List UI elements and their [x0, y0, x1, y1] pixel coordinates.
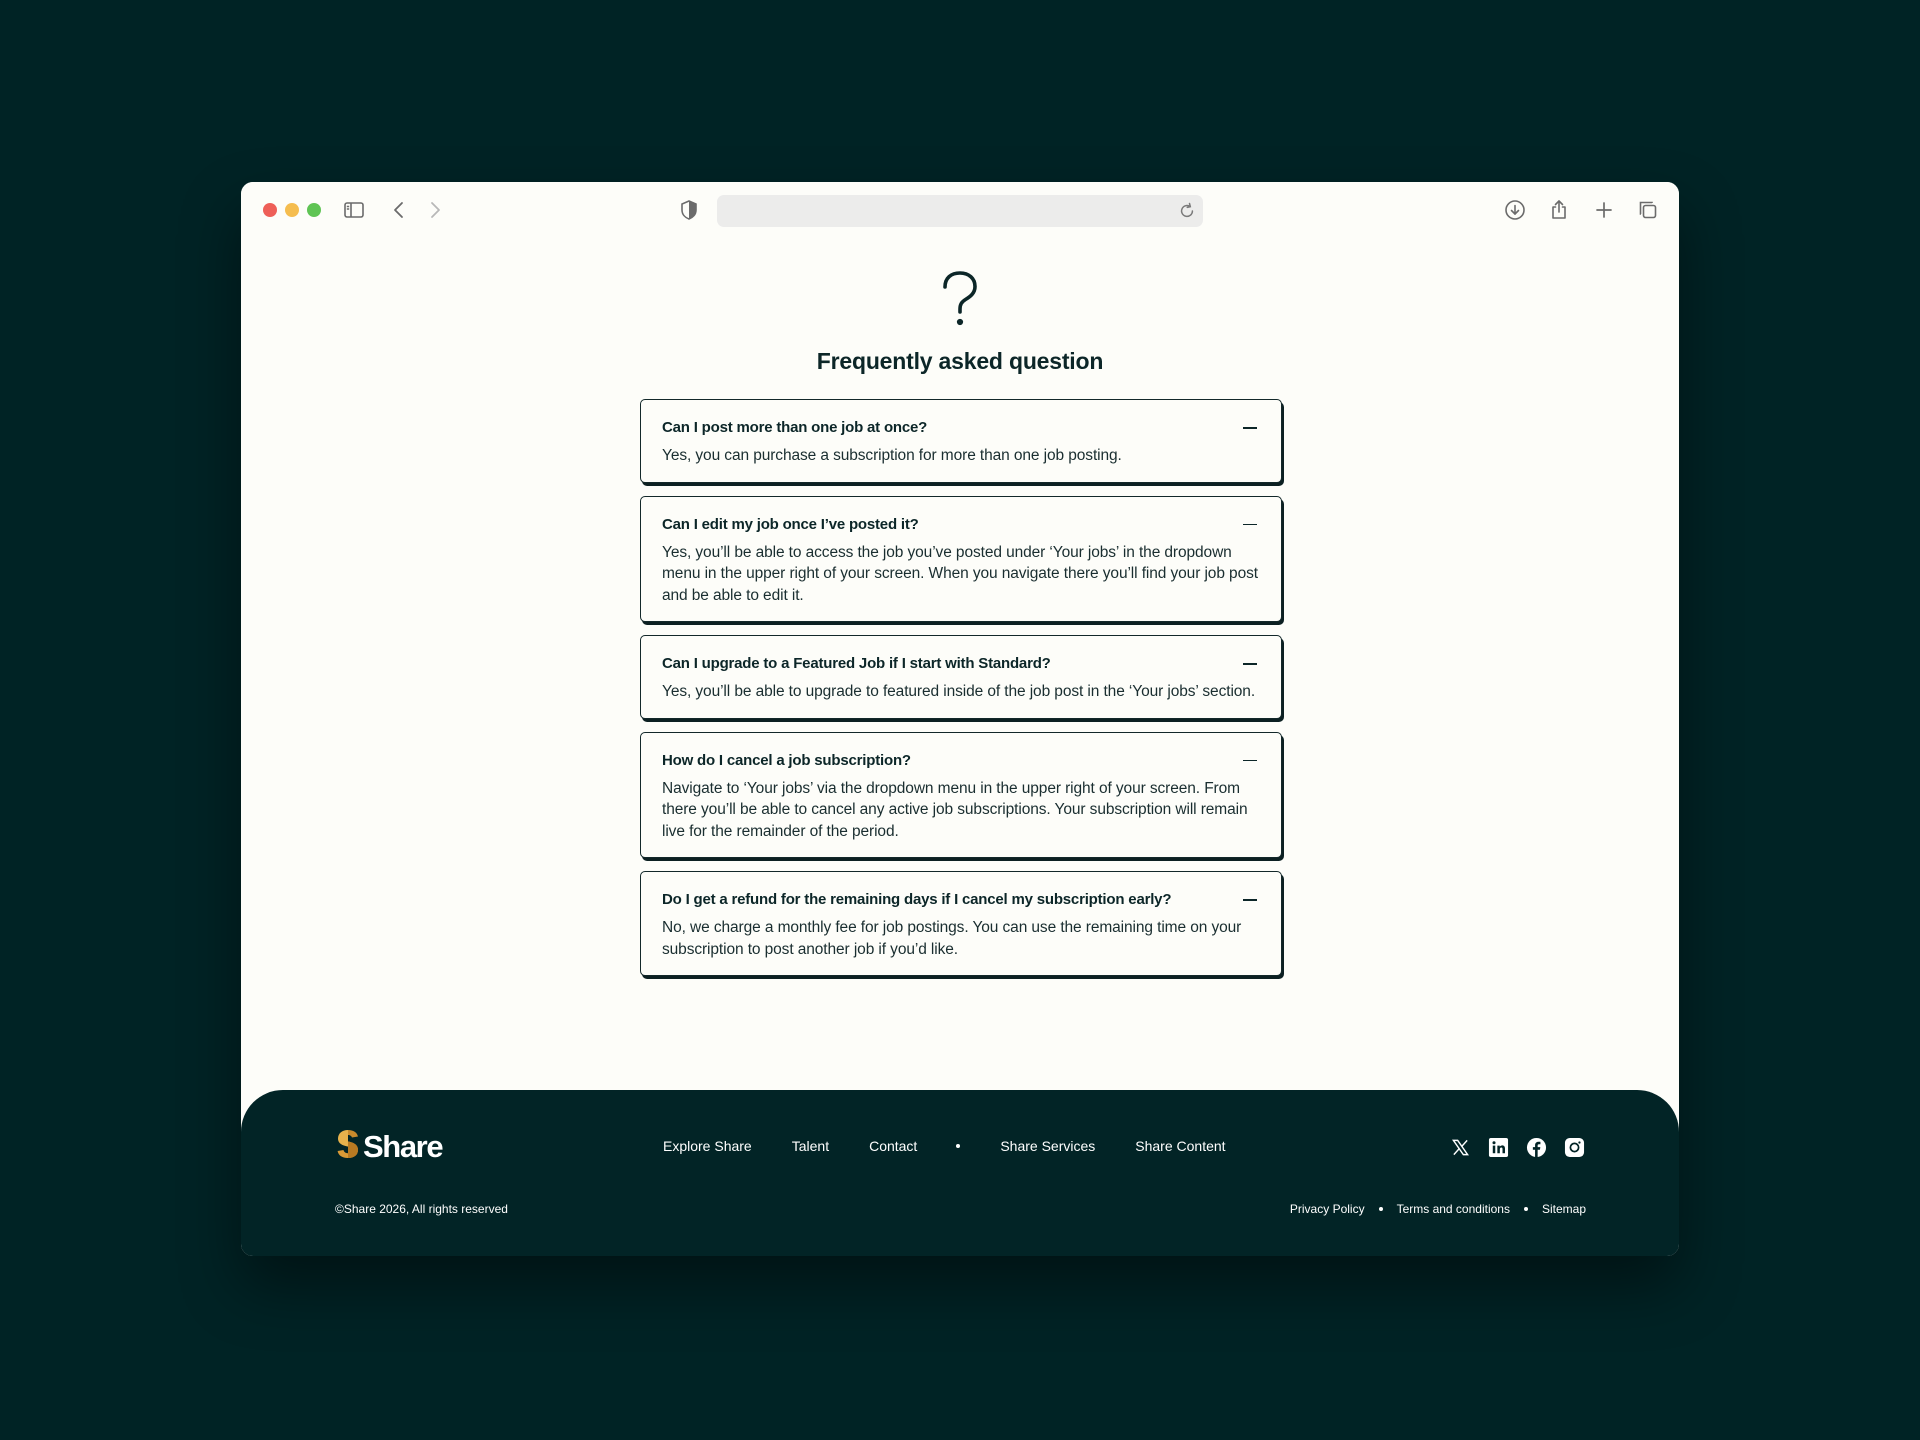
- faq-question[interactable]: Can I edit my job once I’ve posted it?: [662, 515, 1221, 535]
- legal-separator: [1523, 1207, 1528, 1211]
- address-input[interactable]: [731, 195, 1155, 229]
- footer-link-share-content[interactable]: Share Content: [1135, 1138, 1225, 1154]
- facebook-icon[interactable]: [1525, 1136, 1547, 1158]
- maximize-window-button[interactable]: [307, 203, 321, 217]
- new-tab-icon[interactable]: [1590, 196, 1618, 224]
- faq-item[interactable]: How do I cancel a job subscription? Navi…: [640, 731, 1282, 858]
- share-logo-text: Share: [363, 1128, 444, 1164]
- reload-icon[interactable]: [1177, 201, 1197, 221]
- legal-links: Privacy Policy Terms and conditions Site…: [1290, 1202, 1586, 1216]
- close-window-button[interactable]: [263, 203, 277, 217]
- footer-link-share-services[interactable]: Share Services: [1000, 1138, 1095, 1154]
- faq-item[interactable]: Can I upgrade to a Featured Job if I sta…: [640, 635, 1282, 719]
- faq-list: Can I post more than one job at once? Ye…: [640, 399, 1282, 989]
- browser-toolbar: [241, 182, 1679, 238]
- faq-item[interactable]: Do I get a refund for the remaining days…: [640, 871, 1282, 976]
- faq-answer: No, we charge a monthly fee for job post…: [662, 919, 1242, 958]
- footer-link-contact[interactable]: Contact: [869, 1138, 917, 1154]
- minimize-window-button[interactable]: [285, 203, 299, 217]
- forward-icon[interactable]: [421, 196, 449, 224]
- legal-separator: [1378, 1207, 1383, 1211]
- question-mark-icon: [241, 270, 1679, 340]
- faq-answer: Navigate to ‘Your jobs’ via the dropdown…: [662, 779, 1248, 840]
- faq-answer: Yes, you can purchase a subscription for…: [662, 447, 1122, 464]
- footer-nav: Explore Share Talent Contact Share Servi…: [663, 1138, 1226, 1154]
- faq-item[interactable]: Can I edit my job once I’ve posted it? Y…: [640, 495, 1282, 622]
- share-icon[interactable]: [1545, 196, 1573, 224]
- share-logo-mark-icon: [335, 1128, 361, 1165]
- collapse-icon[interactable]: [1241, 752, 1259, 770]
- social-links: [1433, 1136, 1585, 1158]
- browser-window: Frequently asked question Can I post mor…: [241, 182, 1679, 1256]
- faq-answer: Yes, you’ll be able to upgrade to featur…: [662, 683, 1256, 700]
- terms-link[interactable]: Terms and conditions: [1397, 1202, 1510, 1216]
- footer-link-talent[interactable]: Talent: [792, 1138, 829, 1154]
- faq-question[interactable]: How do I cancel a job subscription?: [662, 751, 1221, 771]
- collapse-icon[interactable]: [1241, 655, 1259, 673]
- shield-icon[interactable]: [675, 196, 703, 224]
- sidebar-icon[interactable]: [340, 196, 368, 224]
- privacy-policy-link[interactable]: Privacy Policy: [1290, 1202, 1365, 1216]
- download-icon[interactable]: [1501, 196, 1529, 224]
- back-icon[interactable]: [385, 196, 413, 224]
- share-logo[interactable]: Share: [335, 1128, 444, 1165]
- site-footer: Share Explore Share Talent Contact Share…: [241, 1090, 1679, 1256]
- sitemap-link[interactable]: Sitemap: [1542, 1202, 1586, 1216]
- x-icon[interactable]: [1449, 1136, 1471, 1158]
- copyright-text: ©Share 2026, All rights reserved: [335, 1202, 508, 1216]
- footer-nav-separator: [956, 1144, 961, 1148]
- collapse-icon[interactable]: [1241, 516, 1259, 534]
- address-bar[interactable]: [717, 195, 1203, 229]
- instagram-icon[interactable]: [1563, 1136, 1585, 1158]
- collapse-icon[interactable]: [1241, 891, 1259, 909]
- collapse-icon[interactable]: [1241, 419, 1259, 437]
- faq-question[interactable]: Do I get a refund for the remaining days…: [662, 890, 1221, 910]
- faq-answer: Yes, you’ll be able to access the job yo…: [662, 543, 1258, 604]
- faq-item[interactable]: Can I post more than one job at once? Ye…: [640, 399, 1282, 483]
- footer-link-explore-share[interactable]: Explore Share: [663, 1138, 752, 1154]
- faq-question[interactable]: Can I upgrade to a Featured Job if I sta…: [662, 654, 1221, 674]
- tabs-overview-icon[interactable]: [1634, 196, 1662, 224]
- page-title: Frequently asked question: [816, 348, 1104, 374]
- faq-question[interactable]: Can I post more than one job at once?: [662, 418, 1221, 438]
- linkedin-icon[interactable]: [1487, 1136, 1509, 1158]
